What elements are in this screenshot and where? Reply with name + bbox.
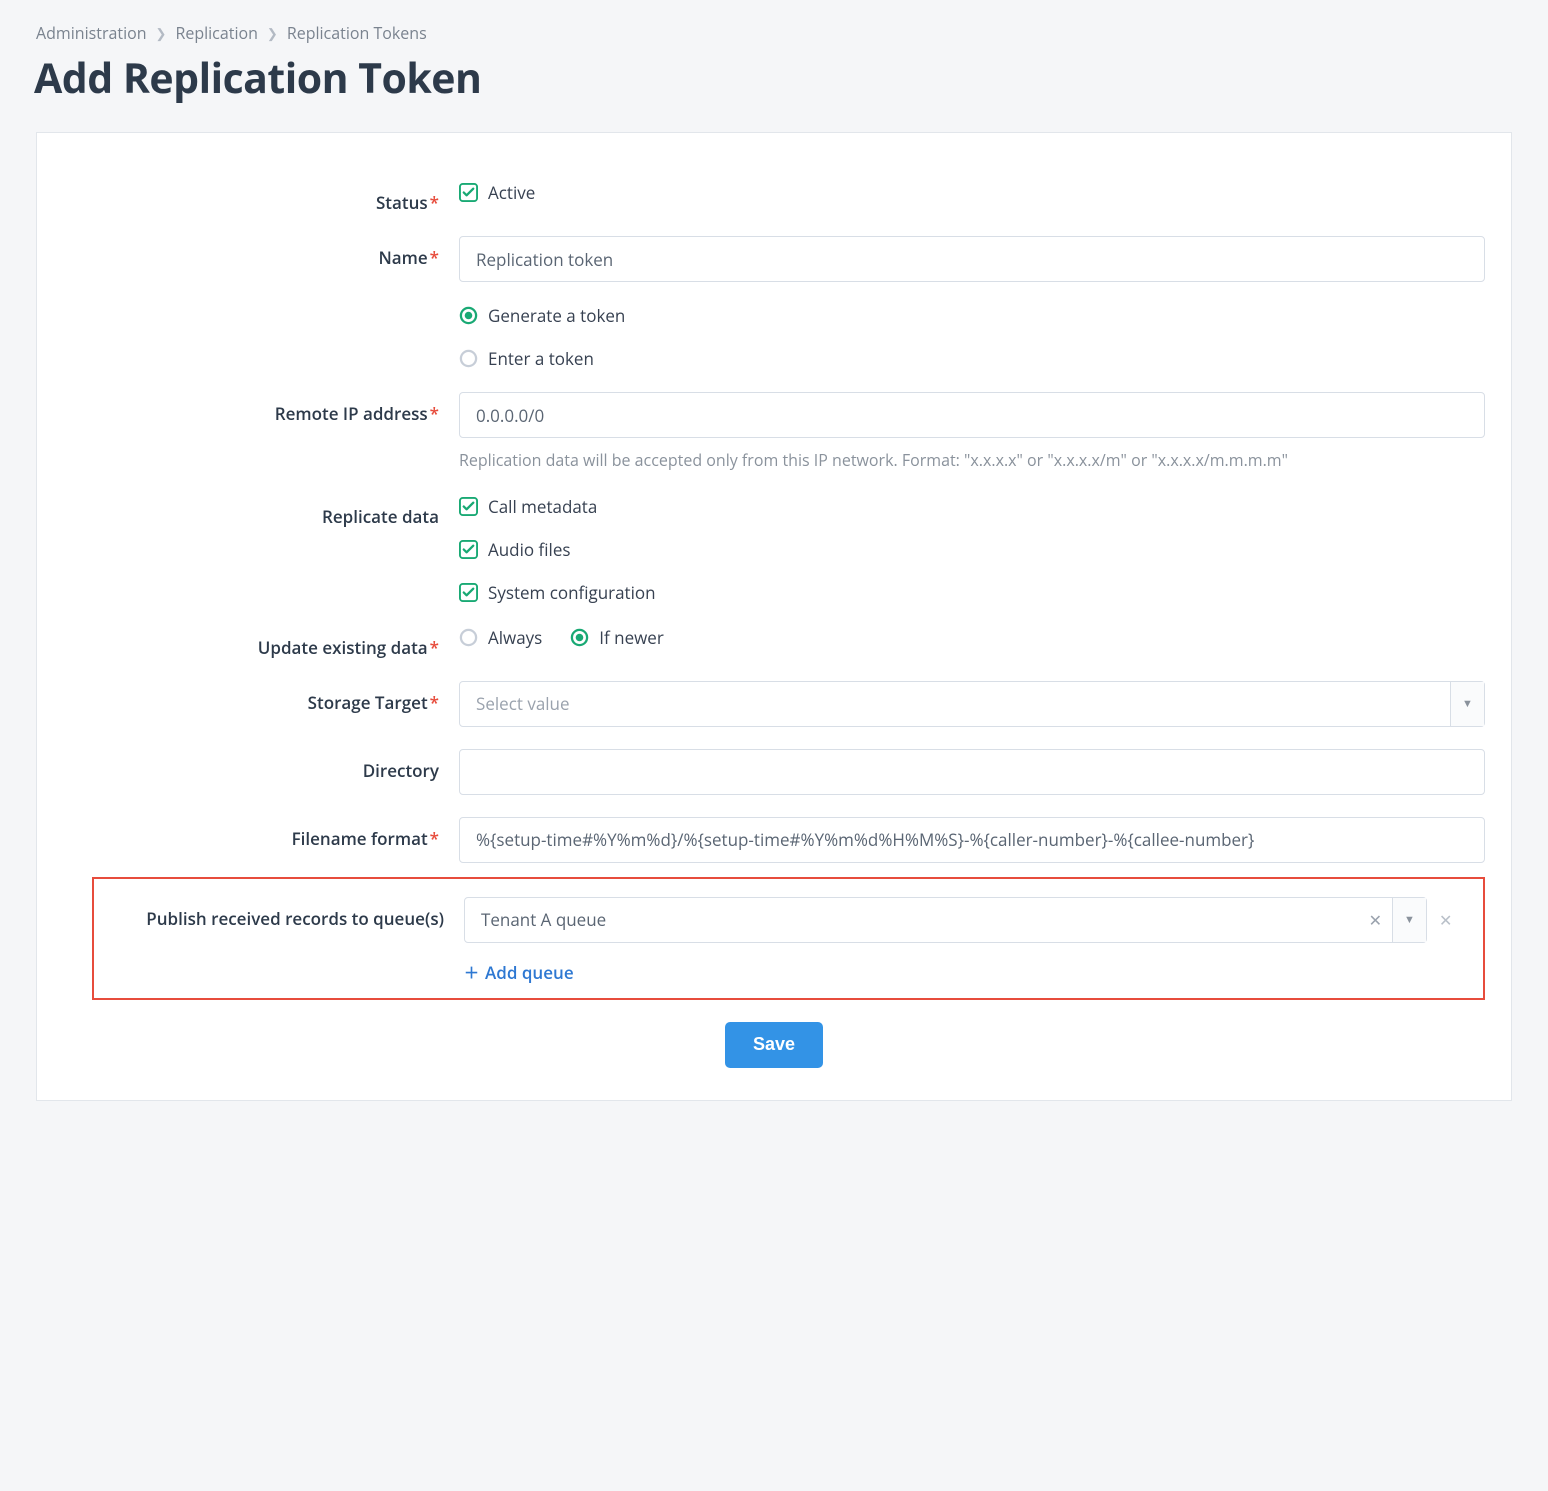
replicate-item-label: Audio files (488, 538, 570, 561)
update-ifnewer-radio[interactable]: If newer (570, 626, 664, 649)
directory-input[interactable] (459, 749, 1485, 795)
update-existing-label: Update existing data* (63, 626, 459, 659)
clear-icon[interactable]: ✕ (1359, 909, 1392, 931)
publish-queues-highlight: Publish received records to queue(s) Ten… (92, 877, 1485, 1000)
page-title: Add Replication Token (34, 50, 1512, 106)
update-ifnewer-label: If newer (599, 626, 664, 649)
form-panel: Status* Active Name* Genera (36, 132, 1512, 1101)
check-icon (459, 583, 478, 602)
plus-icon: ＋ (464, 962, 479, 983)
status-active-checkbox[interactable]: Active (459, 181, 535, 204)
name-label: Name* (63, 236, 459, 269)
check-icon (459, 540, 478, 559)
update-always-label: Always (488, 626, 542, 649)
replicate-call-metadata-checkbox[interactable]: Call metadata (459, 495, 1485, 518)
breadcrumb-item-replication-tokens[interactable]: Replication Tokens (287, 22, 427, 44)
status-label: Status* (63, 181, 459, 214)
replicate-audio-files-checkbox[interactable]: Audio files (459, 538, 1485, 561)
add-queue-label: Add queue (485, 961, 574, 984)
remote-ip-label: Remote IP address* (63, 392, 459, 425)
chevron-right-icon: ❯ (156, 24, 167, 42)
check-icon (459, 497, 478, 516)
chevron-down-icon[interactable]: ▼ (1392, 898, 1426, 942)
status-active-label: Active (488, 181, 535, 204)
enter-token-label: Enter a token (488, 347, 594, 370)
save-button[interactable]: Save (725, 1022, 823, 1068)
replicate-system-config-checkbox[interactable]: System configuration (459, 581, 1485, 604)
radio-selected-icon (459, 306, 478, 325)
radio-unselected-icon (459, 628, 478, 647)
enter-token-radio[interactable]: Enter a token (459, 347, 1485, 370)
filename-format-label: Filename format* (63, 817, 459, 850)
queue-select-value: Tenant A queue (465, 908, 1359, 931)
publish-queues-label: Publish received records to queue(s) (94, 897, 464, 930)
chevron-right-icon: ❯ (267, 24, 278, 42)
storage-target-select[interactable]: Select value ▼ (459, 681, 1485, 727)
chevron-down-icon[interactable]: ▼ (1450, 682, 1484, 726)
breadcrumb: Administration ❯ Replication ❯ Replicati… (36, 22, 1512, 44)
generate-token-label: Generate a token (488, 304, 625, 327)
radio-selected-icon (570, 628, 589, 647)
replicate-data-label: Replicate data (63, 495, 459, 528)
storage-target-label: Storage Target* (63, 681, 459, 714)
remove-queue-icon[interactable]: ✕ (1439, 909, 1457, 931)
storage-target-placeholder: Select value (460, 692, 1450, 715)
update-always-radio[interactable]: Always (459, 626, 542, 649)
remote-ip-hint: Replication data will be accepted only f… (459, 448, 1485, 473)
add-queue-button[interactable]: ＋ Add queue (464, 961, 574, 984)
queue-row: Tenant A queue ✕ ▼ ✕ (464, 897, 1457, 943)
check-icon (459, 183, 478, 202)
breadcrumb-item-replication[interactable]: Replication (175, 22, 257, 44)
queue-select[interactable]: Tenant A queue ✕ ▼ (464, 897, 1427, 943)
replicate-item-label: System configuration (488, 581, 656, 604)
filename-format-input[interactable] (459, 817, 1485, 863)
replicate-item-label: Call metadata (488, 495, 597, 518)
breadcrumb-item-administration[interactable]: Administration (36, 22, 147, 44)
generate-token-radio[interactable]: Generate a token (459, 304, 1485, 327)
radio-unselected-icon (459, 349, 478, 368)
remote-ip-input[interactable] (459, 392, 1485, 438)
name-input[interactable] (459, 236, 1485, 282)
directory-label: Directory (63, 749, 459, 782)
